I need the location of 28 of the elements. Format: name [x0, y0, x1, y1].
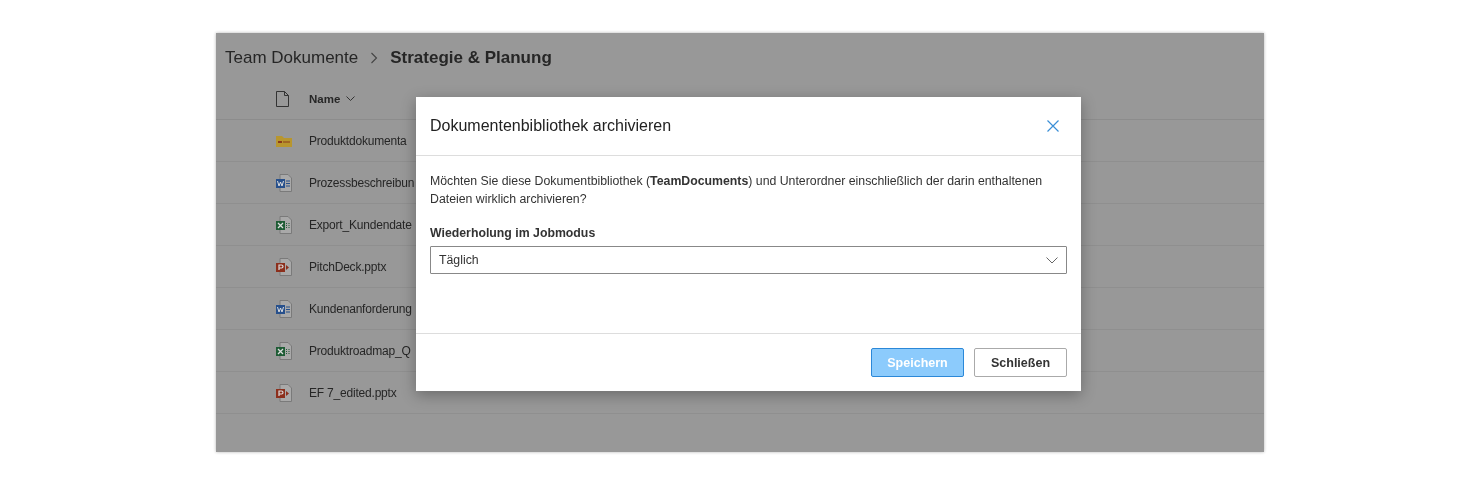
chevron-right-icon — [370, 52, 379, 64]
dropdown-field[interactable]: Täglich — [430, 246, 1067, 274]
breadcrumb-link[interactable]: Team Dokumente — [225, 48, 359, 68]
close-button[interactable]: Schließen — [974, 348, 1067, 377]
folder-icon — [276, 134, 292, 147]
presentation-icon — [276, 257, 292, 276]
chevron-down-icon — [346, 96, 356, 102]
file-name[interactable]: EF 7_edited.pptx — [309, 385, 397, 400]
file-name[interactable]: Export_Kundendate — [309, 217, 412, 232]
file-icon — [276, 91, 289, 107]
word-document-icon — [276, 173, 292, 192]
dialog-title: Dokumentenbibliothek archivieren — [430, 117, 672, 135]
field-label: Wiederholung im Jobmodus — [430, 226, 597, 240]
dialog-message: Möchten Sie diese Dokumentbibliothek (TeamDocuments) und Unterordner einschließlich der darin enthaltenen Dateien wirklich archivieren? — [430, 173, 1044, 208]
breadcrumb-link[interactable]: Strategie & Planung — [390, 48, 552, 68]
file-name[interactable]: Kundenanforderung — [309, 301, 412, 316]
presentation-icon — [276, 383, 292, 402]
file-name[interactable]: Prozessbeschreibun — [309, 175, 415, 190]
word-document-icon — [276, 299, 292, 318]
spreadsheet-icon — [276, 215, 292, 234]
file-name[interactable]: Produktdokumenta — [309, 133, 407, 148]
spreadsheet-icon — [276, 341, 292, 360]
close-icon — [1047, 120, 1059, 132]
file-name[interactable]: PitchDeck.pptx — [309, 259, 387, 274]
column-header[interactable]: Name — [309, 93, 356, 105]
close-button[interactable] — [1047, 120, 1059, 132]
chevron-down-icon — [1046, 256, 1058, 264]
file-name[interactable]: Produktroadmap_Q — [309, 343, 411, 358]
